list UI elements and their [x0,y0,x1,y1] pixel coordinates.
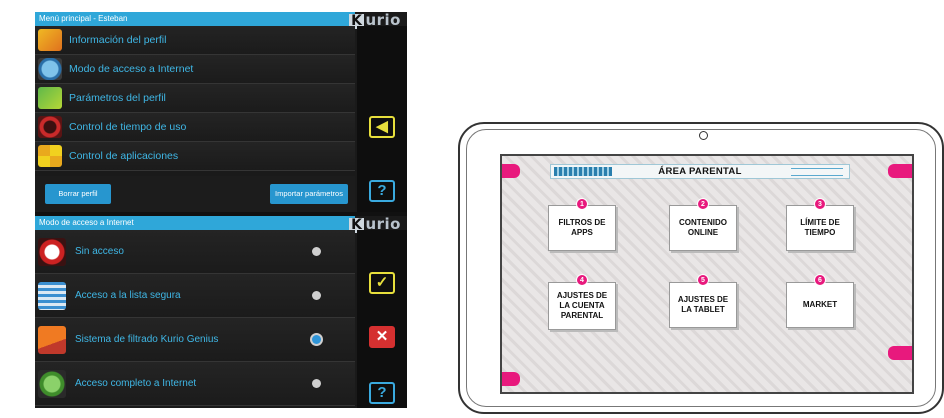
info-icon[interactable] [888,346,912,360]
screen-header: Menú principal - Esteban [35,12,355,26]
tile-market[interactable]: MARKET [786,282,854,328]
composite-screenshot: Menú principal - Esteban Kurio Informaci… [0,0,944,418]
left-tab-icon[interactable] [502,164,520,178]
back-arrow-icon[interactable] [502,372,520,386]
apps-grid-icon [38,145,62,167]
parental-area-screen: ÁREA PARENTAL FILTROS DE APPS 1 CONTENID… [500,154,914,394]
menu-item-internet-mode[interactable]: Modo de acceso a Internet [35,55,355,84]
menu-item-time-control[interactable]: Control de tiempo de uso [35,113,355,142]
side-toolbar: ✓ ✕ ? [357,230,407,408]
tile-tablet-settings[interactable]: AJUSTES DE LA TABLET [669,282,737,328]
back-button[interactable]: ◀ [369,116,395,138]
radio-button-selected[interactable] [312,335,321,344]
tile-time-limit[interactable]: LÍMITE DE TIEMPO [786,205,854,251]
internet-mode-screen: Modo de acceso a Internet Kurio Sin acce… [35,215,407,408]
option-safe-list[interactable]: Acceso a la lista segura [35,274,355,318]
option-full-access[interactable]: Acceso completo a Internet [35,362,355,406]
profile-info-icon [38,29,62,51]
camera-icon [699,131,708,140]
screen-header: Modo de acceso a Internet [35,216,355,230]
safe-list-icon [38,282,66,310]
title-bar: ÁREA PARENTAL [550,164,850,179]
delete-profile-button[interactable]: Borrar perfil [45,184,111,204]
radio-button[interactable] [312,247,321,256]
tile-number-badge: 2 [697,198,709,210]
tile-number-badge: 6 [814,274,826,286]
filter-icon [38,326,66,354]
menu-item-label: Parámetros del perfil [69,92,166,104]
globe-icon [38,58,62,80]
main-menu-screen: Menú principal - Esteban Kurio Informaci… [35,11,407,212]
tile-number-badge: 3 [814,198,826,210]
tile-online-content[interactable]: CONTENIDO ONLINE [669,205,737,251]
radio-button[interactable] [312,291,321,300]
tablet-device: ÁREA PARENTAL FILTROS DE APPS 1 CONTENID… [458,122,944,414]
confirm-button[interactable]: ✓ [369,272,395,294]
menu-item-label: Control de tiempo de uso [69,121,187,133]
profile-settings-icon [38,87,62,109]
option-label: Sistema de filtrado Kurio Genius [75,334,219,345]
radio-button[interactable] [312,379,321,388]
option-label: Acceso a la lista segura [75,290,181,301]
action-bar: Borrar perfil Importar parámetros [35,176,355,212]
globe-icon [38,370,66,398]
tile-parental-account[interactable]: AJUSTES DE LA CUENTA PARENTAL [548,282,616,330]
clock-icon [38,116,62,138]
tile-number-badge: 1 [576,198,588,210]
menu-item-label: Control de aplicaciones [69,150,179,162]
tile-app-filters[interactable]: FILTROS DE APPS [548,205,616,251]
help-button[interactable]: ? [369,180,395,202]
home-icon[interactable] [888,164,912,178]
menu-item-label: Modo de acceso a Internet [69,63,194,75]
cancel-button[interactable]: ✕ [369,326,395,348]
menu-item-profile-settings[interactable]: Parámetros del perfil [35,84,355,113]
kurio-settings-panel: Menú principal - Esteban Kurio Informaci… [35,11,407,408]
no-access-icon [38,238,66,266]
access-options: Sin acceso Acceso a la lista segura Sist… [35,230,355,406]
option-kurio-genius-filter[interactable]: Sistema de filtrado Kurio Genius [35,318,355,362]
decorative-lines [791,168,843,176]
tile-number-badge: 4 [576,274,588,286]
menu-item-label: Información del perfil [69,34,167,46]
option-label: Sin acceso [75,246,124,257]
menu-item-app-control[interactable]: Control de aplicaciones [35,142,355,171]
main-menu: Información del perfil Modo de acceso a … [35,26,355,171]
option-no-access[interactable]: Sin acceso [35,230,355,274]
menu-item-profile-info[interactable]: Información del perfil [35,26,355,55]
tile-number-badge: 5 [697,274,709,286]
import-settings-button[interactable]: Importar parámetros [270,184,348,204]
option-label: Acceso completo a Internet [75,378,197,389]
side-toolbar: ◀ ? [357,26,407,212]
help-button[interactable]: ? [369,382,395,404]
